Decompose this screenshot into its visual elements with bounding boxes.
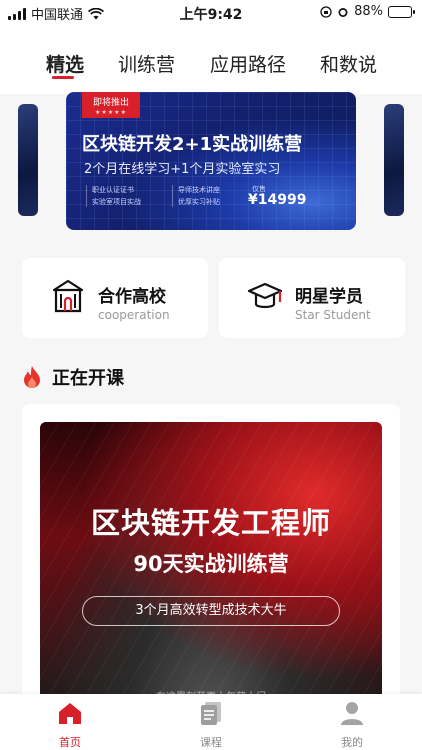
bottom-tab-profile-label: 我的 bbox=[341, 736, 363, 749]
tab-featured[interactable]: 精选 bbox=[46, 50, 84, 77]
top-tab-bar: 精选 训练营 应用路径 和数说 bbox=[0, 44, 422, 92]
section-header: 正在开课 bbox=[22, 364, 124, 390]
active-tab-indicator bbox=[52, 76, 74, 79]
course-tagline: 3个月高效转型成技术大牛 bbox=[82, 596, 340, 626]
price-value: ¥14999 bbox=[248, 192, 307, 208]
bottom-tab-bar: 首页 课程 我的 bbox=[0, 694, 422, 750]
orientation-lock-icon bbox=[320, 5, 332, 18]
bottom-tab-home[interactable]: 首页 bbox=[40, 700, 100, 750]
promo-banner[interactable]: 即将推出 ★★★★★ 区块链开发2+1实战训练营 2个月在线学习+1个月实验室实… bbox=[66, 92, 356, 230]
battery-icon bbox=[388, 5, 415, 18]
graduation-cap-icon bbox=[247, 282, 283, 309]
star-student-card-subtitle: Star Student bbox=[295, 308, 371, 322]
star-student-card-title: 明星学员 bbox=[295, 287, 363, 307]
battery-percent: 88% bbox=[354, 4, 383, 19]
cooperation-card[interactable]: 合作高校 cooperation bbox=[22, 258, 208, 338]
coming-soon-badge: 即将推出 ★★★★★ bbox=[82, 92, 140, 118]
course-cover-image[interactable]: 区块链开发工程师 90天实战训练营 3个月高效转型成技术大牛 在这里刻开更大年薪… bbox=[40, 422, 382, 712]
section-title: 正在开课 bbox=[52, 368, 124, 389]
course-title: 区块链开发工程师 bbox=[90, 506, 331, 540]
tab-data-talk[interactable]: 和数说 bbox=[320, 50, 377, 77]
tab-training-camp[interactable]: 训练营 bbox=[118, 50, 175, 77]
cooperation-card-subtitle: cooperation bbox=[98, 308, 170, 322]
course-icon bbox=[201, 702, 221, 725]
banner-feature-list-1: 职业认证证书 实验室项目实战 bbox=[92, 186, 141, 206]
bottom-tab-home-label: 首页 bbox=[59, 736, 81, 749]
star-student-card[interactable]: 明星学员 Star Student bbox=[219, 258, 405, 338]
profile-icon bbox=[341, 702, 363, 725]
course-subtitle: 90天实战训练营 bbox=[133, 552, 289, 576]
banner-title: 区块链开发2+1实战训练营 bbox=[82, 134, 303, 155]
banner-subtitle: 2个月在线学习+1个月实验室实习 bbox=[84, 162, 281, 177]
home-icon bbox=[59, 703, 81, 724]
cooperation-card-title: 合作高校 bbox=[98, 287, 166, 307]
bottom-tab-courses-label: 课程 bbox=[200, 736, 222, 749]
banner-next-peek[interactable] bbox=[384, 104, 404, 216]
tab-application-path[interactable]: 应用路径 bbox=[210, 50, 286, 77]
fire-icon bbox=[24, 366, 40, 388]
alarm-icon bbox=[338, 7, 348, 17]
banner-prev-peek[interactable] bbox=[18, 104, 38, 216]
bottom-tab-profile[interactable]: 我的 bbox=[322, 700, 382, 750]
bottom-tab-courses[interactable]: 课程 bbox=[181, 700, 241, 750]
university-icon bbox=[52, 279, 84, 313]
status-bar: 中国联通 上午9:42 88% bbox=[0, 0, 422, 24]
banner-feature-list-2: 导师技术讲座 优厚实习补贴 bbox=[178, 186, 220, 206]
